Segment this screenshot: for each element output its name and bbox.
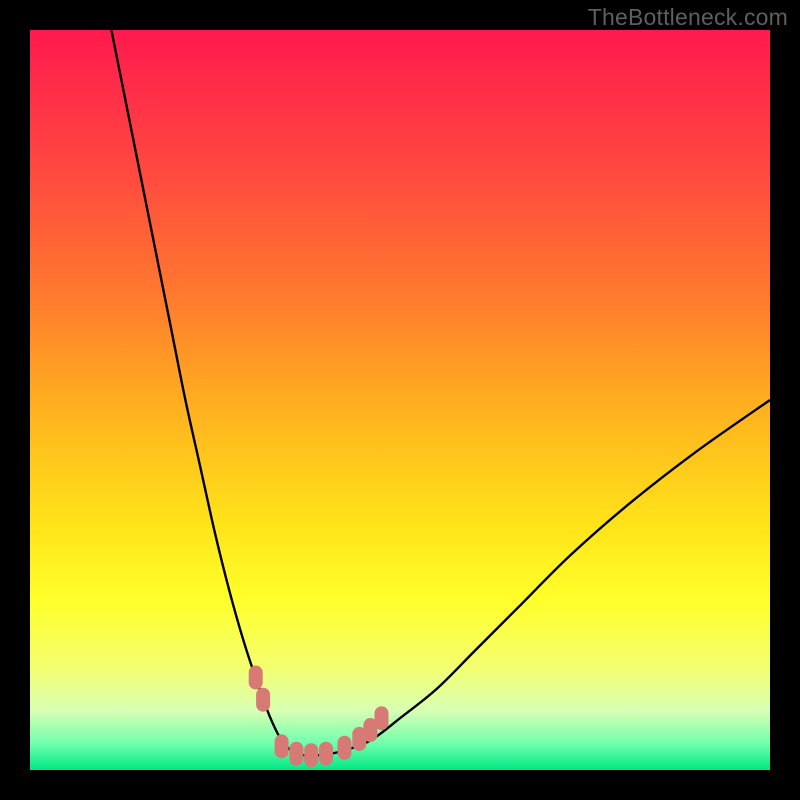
curve-marker bbox=[275, 734, 289, 758]
plot-area bbox=[30, 30, 770, 770]
curve-marker bbox=[319, 742, 333, 766]
curve-marker bbox=[375, 706, 389, 730]
watermark-text: TheBottleneck.com bbox=[588, 4, 788, 31]
curve-marker bbox=[304, 743, 318, 767]
bottleneck-curve bbox=[111, 30, 770, 756]
curve-marker bbox=[249, 666, 263, 690]
curve-layer bbox=[30, 30, 770, 770]
curve-marker bbox=[289, 742, 303, 766]
curve-marker bbox=[338, 736, 352, 760]
curve-marker bbox=[256, 688, 270, 712]
chart-frame: TheBottleneck.com bbox=[0, 0, 800, 800]
